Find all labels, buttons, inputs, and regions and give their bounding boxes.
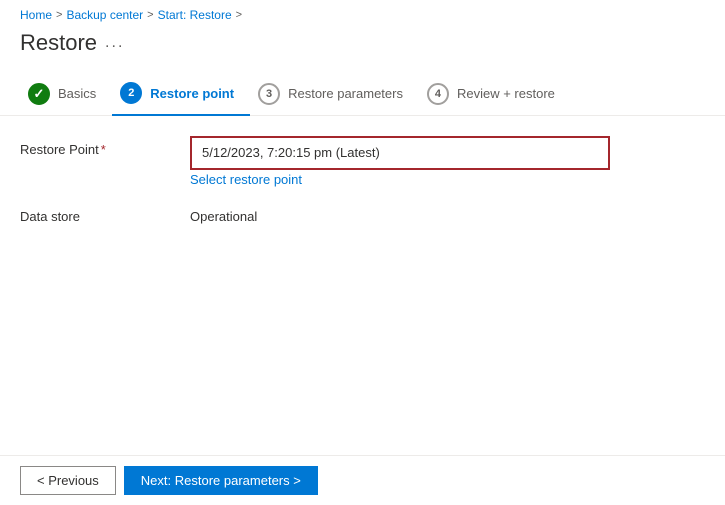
data-store-value: Operational: [190, 203, 257, 224]
breadcrumb-sep-2: >: [147, 9, 153, 21]
breadcrumb-sep-1: >: [56, 9, 62, 21]
page-title-row: Restore ...: [0, 26, 725, 72]
required-star: *: [101, 142, 106, 157]
select-restore-point-link[interactable]: Select restore point: [190, 172, 705, 187]
tab-restore-parameters[interactable]: 3 Restore parameters: [250, 73, 419, 115]
data-store-row: Data store Operational: [20, 203, 705, 224]
next-button[interactable]: Next: Restore parameters >: [124, 466, 318, 495]
tab-basics-circle: ✓: [28, 83, 50, 105]
tab-restore-parameters-index: 3: [266, 88, 272, 100]
form-content: Restore Point* 5/12/2023, 7:20:15 pm (La…: [0, 136, 725, 505]
restore-point-value: 5/12/2023, 7:20:15 pm (Latest): [202, 145, 380, 160]
tab-restore-parameters-label: Restore parameters: [288, 86, 403, 101]
breadcrumb: Home > Backup center > Start: Restore >: [0, 0, 725, 26]
breadcrumb-backup-center[interactable]: Backup center: [66, 8, 143, 22]
restore-point-box: 5/12/2023, 7:20:15 pm (Latest): [190, 136, 610, 170]
breadcrumb-home[interactable]: Home: [20, 8, 52, 22]
tab-restore-parameters-circle: 3: [258, 83, 280, 105]
tab-basics-checkmark: ✓: [34, 86, 45, 102]
page-options-button[interactable]: ...: [105, 34, 124, 52]
tab-review-restore-circle: 4: [427, 83, 449, 105]
tab-review-restore-label: Review + restore: [457, 86, 555, 101]
tab-restore-point-label: Restore point: [150, 86, 234, 101]
breadcrumb-sep-3: >: [236, 9, 242, 21]
restore-point-label: Restore Point*: [20, 136, 190, 157]
data-store-label: Data store: [20, 203, 190, 224]
tab-restore-point-circle: 2: [120, 82, 142, 104]
previous-button[interactable]: < Previous: [20, 466, 116, 495]
page-container: Home > Backup center > Start: Restore > …: [0, 0, 725, 505]
tab-basics[interactable]: ✓ Basics: [20, 73, 112, 115]
tab-restore-point[interactable]: 2 Restore point: [112, 72, 250, 116]
tab-restore-point-index: 2: [128, 87, 134, 99]
restore-point-row: Restore Point* 5/12/2023, 7:20:15 pm (La…: [20, 136, 705, 187]
tab-review-restore[interactable]: 4 Review + restore: [419, 73, 571, 115]
breadcrumb-start-restore[interactable]: Start: Restore: [158, 8, 232, 22]
restore-point-field: 5/12/2023, 7:20:15 pm (Latest) Select re…: [190, 136, 705, 187]
page-title: Restore: [20, 30, 97, 56]
tab-basics-label: Basics: [58, 86, 96, 101]
bottom-bar: < Previous Next: Restore parameters >: [0, 455, 725, 505]
tab-review-restore-index: 4: [435, 88, 441, 100]
wizard-tabs: ✓ Basics 2 Restore point 3 Restore param…: [0, 72, 725, 116]
